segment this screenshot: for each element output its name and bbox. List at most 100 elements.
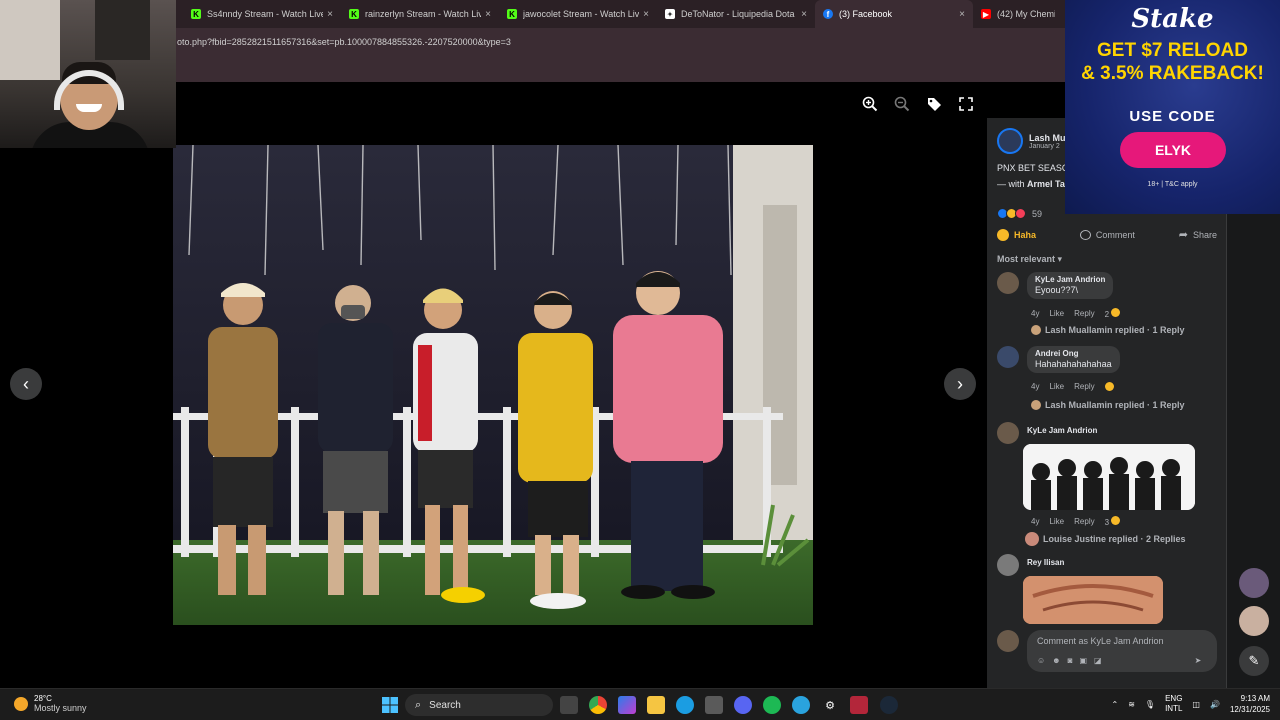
post-header: Lash Mu January 2 (997, 128, 1066, 154)
ad-code-button[interactable]: ELYK (1120, 132, 1226, 168)
weather-text: Mostly sunny (34, 703, 87, 713)
comment-input[interactable]: Comment as KyLe Jam Andrion ☺ ☻ ◙ ▣ ◪ ➤ (1027, 630, 1217, 672)
reaction-count: 59 (1032, 208, 1043, 219)
comment-reply-button[interactable]: Reply (1074, 382, 1094, 391)
close-tab-icon[interactable]: × (485, 9, 491, 20)
chevron-right-icon: › (957, 373, 963, 394)
address-bar[interactable]: oto.php?fbid=2852821511657316&set=pb.100… (175, 28, 1085, 56)
chevron-up-icon[interactable]: ⌃ (1112, 700, 1119, 709)
telegram-icon[interactable] (792, 696, 810, 714)
comment-button[interactable]: Comment (1079, 228, 1135, 241)
comment-age[interactable]: 4y (1031, 517, 1039, 526)
commenter-avatar[interactable] (997, 554, 1019, 576)
close-tab-icon[interactable]: × (959, 9, 965, 20)
comment-reply-button[interactable]: Reply (1074, 517, 1094, 526)
comment-text: Hahahahahahahaa (1035, 359, 1112, 369)
copilot-icon[interactable] (618, 696, 636, 714)
windows-start-icon[interactable] (381, 696, 399, 714)
comment-age[interactable]: 4y (1031, 309, 1039, 318)
comment-image[interactable] (1023, 576, 1163, 624)
close-tab-icon[interactable]: × (327, 9, 333, 20)
file-explorer-icon[interactable] (647, 696, 665, 714)
haha-label: Haha (1014, 229, 1037, 240)
commenter-avatar[interactable] (997, 272, 1019, 294)
avatar-sticker-icon[interactable]: ☺ (1037, 656, 1045, 665)
taskbar-search[interactable]: ⌕ Search (405, 694, 553, 716)
tagged-person[interactable]: Armel Ta (1027, 179, 1065, 189)
post-date[interactable]: January 2 (1029, 143, 1066, 150)
sticker-icon[interactable]: ◪ (1094, 656, 1102, 665)
tab-youtube[interactable]: ▶ (42) My Chemical R (973, 0, 1063, 28)
speaker-icon[interactable]: 🔊 (1210, 700, 1220, 709)
comment-reply-button[interactable]: Reply (1074, 309, 1094, 318)
view-replies-link[interactable]: Louise Justine replied · 2 Replies (1025, 532, 1186, 546)
share-icon: ➦ (1178, 229, 1188, 241)
discord-icon[interactable] (734, 696, 752, 714)
camera-icon[interactable]: ◙ (1068, 656, 1073, 665)
tab-facebook[interactable]: f (3) Facebook × (815, 0, 973, 28)
stake-ad-overlay[interactable]: Stake GET $7 RELOAD & 3.5% RAKEBACK! USE… (1065, 0, 1280, 214)
commenter-name[interactable]: Andrei Ong (1035, 349, 1112, 358)
poster-avatar[interactable] (997, 128, 1023, 154)
tab-ss4nndy[interactable]: K Ss4nndy Stream - Watch Live o × (183, 0, 341, 28)
task-view-icon[interactable] (560, 696, 578, 714)
comment-like-button[interactable]: Like (1049, 309, 1064, 318)
edge-icon[interactable] (676, 696, 694, 714)
kick-icon: K (507, 9, 517, 19)
red-app-icon[interactable] (850, 696, 868, 714)
view-replies-link[interactable]: Lash Muallamin replied · 1 Reply (1031, 325, 1185, 335)
chat-avatar[interactable] (1239, 606, 1269, 636)
share-button[interactable]: ➦ Share (1179, 228, 1217, 241)
tab-jawocolet[interactable]: K jawocolet Stream - Watch Live × (499, 0, 657, 28)
tab-liquipedia[interactable]: ✦ DeToNator - Liquipedia Dota 2 × (657, 0, 815, 28)
search-icon: ⌕ (415, 698, 422, 711)
haha-button[interactable]: Haha (997, 228, 1036, 241)
comment-like-button[interactable]: Like (1049, 517, 1064, 526)
reaction-summary[interactable]: 59 (997, 208, 1042, 219)
commenter-name[interactable]: KyLe Jam Andrion (1027, 426, 1097, 435)
close-tab-icon[interactable]: × (643, 9, 649, 20)
weather-widget[interactable]: 28°C Mostly sunny (14, 694, 87, 713)
clock[interactable]: 9:13 AM 12/31/2025 (1230, 693, 1270, 715)
input-language[interactable]: ENG INTL (1165, 694, 1182, 714)
fullscreen-icon[interactable] (956, 94, 976, 114)
kick-icon: K (191, 9, 201, 19)
replies-text: Lash Muallamin replied · 1 Reply (1045, 400, 1185, 410)
comment-age[interactable]: 4y (1031, 382, 1039, 391)
group-chat-avatar[interactable] (1239, 568, 1269, 598)
comment-image[interactable] (1023, 444, 1195, 510)
commenter-avatar[interactable] (997, 346, 1019, 368)
comment-like-button[interactable]: Like (1049, 382, 1064, 391)
chrome-icon[interactable] (589, 696, 607, 714)
tab-rainzerlyn[interactable]: K rainzerlyn Stream - Watch Live × (341, 0, 499, 28)
caret-down-icon: ▾ (1057, 254, 1063, 264)
commenter-name[interactable]: Rey Ilisan (1027, 558, 1064, 567)
network-icon[interactable]: ≋ (1128, 700, 1135, 709)
url-text[interactable]: oto.php?fbid=2852821511657316&set=pb.100… (177, 37, 511, 47)
commenter-avatar[interactable] (997, 422, 1019, 444)
view-replies-link[interactable]: Lash Muallamin replied · 1 Reply (1031, 400, 1185, 410)
next-photo-button[interactable]: › (944, 368, 976, 400)
wifi-icon[interactable]: ◫ (1192, 700, 1200, 709)
post-photo (173, 145, 813, 625)
spotify-icon[interactable] (763, 696, 781, 714)
tag-icon[interactable] (924, 94, 944, 114)
microphone-icon[interactable]: 🎙 (1145, 700, 1155, 709)
previous-photo-button[interactable]: ‹ (10, 368, 42, 400)
close-tab-icon[interactable]: × (801, 9, 807, 20)
gif-icon[interactable]: ▣ (1079, 656, 1087, 665)
send-icon[interactable]: ➤ (1195, 656, 1202, 665)
commenter-name[interactable]: KyLe Jam Andrion (1035, 275, 1105, 284)
comment-text: Eyoou??7\ (1035, 285, 1079, 295)
store-icon[interactable] (705, 696, 723, 714)
zoom-out-icon[interactable] (892, 94, 912, 114)
my-avatar[interactable] (997, 630, 1019, 652)
poster-name[interactable]: Lash Mu (1029, 133, 1066, 143)
new-message-button[interactable]: ✎ (1239, 646, 1269, 676)
comment-sort-dropdown[interactable]: Most relevant ▾ (997, 254, 1062, 265)
settings-gear-icon[interactable]: ⚙ (821, 696, 839, 714)
tab-title: rainzerlyn Stream - Watch Live (365, 9, 482, 19)
zoom-in-icon[interactable] (860, 94, 880, 114)
steam-icon[interactable] (880, 696, 898, 714)
emoji-icon[interactable]: ☻ (1052, 656, 1060, 665)
